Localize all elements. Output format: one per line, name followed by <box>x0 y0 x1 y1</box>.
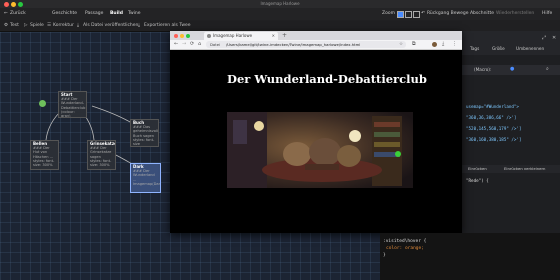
menu-build[interactable]: Build <box>110 8 123 20</box>
top-menu-bar: ← Zurück Geschichte Passage Build Twine … <box>0 8 560 20</box>
close-panel-icon[interactable]: ✕ <box>552 35 556 41</box>
imagemap-scene-image[interactable] <box>227 112 413 188</box>
export-icon: ⤓ <box>138 23 140 28</box>
green-marker-icon <box>395 151 401 157</box>
zoom-level-3-icon[interactable] <box>413 11 420 18</box>
scene-illustration <box>227 112 413 188</box>
window-title: Imagemap Harlowe <box>260 1 300 6</box>
url-text: /Users/kamel/git/twine-imdecken/Twine/im… <box>226 42 361 47</box>
test-button[interactable]: Test <box>10 20 19 31</box>
browser-address-bar: ← → ⟳ ⌂ Datei /Users/kamel/git/twine-imd… <box>170 40 462 50</box>
url-scheme-label: Datei <box>210 42 221 47</box>
browser-tab[interactable]: Imagemap Harlowe ✕ <box>204 32 278 40</box>
passage-excerpt: ### Der Wunderland ... Imagemap(Dark) <box>133 169 161 186</box>
extensions-icon[interactable]: ⧉ <box>412 40 416 49</box>
tab-title: Imagemap Harlowe <box>213 33 253 38</box>
bookmark-star-icon[interactable]: ☆ <box>399 41 403 48</box>
css-line: } <box>383 253 386 258</box>
character-center <box>309 138 341 166</box>
tab-close-icon[interactable]: ✕ <box>272 32 275 40</box>
zoom-level-1-icon[interactable] <box>397 11 404 18</box>
page-heading: Der Wunderland-Debattierclub <box>227 72 427 86</box>
menu-redo[interactable]: Wiederherstellen <box>496 8 534 20</box>
second-editor-toolbar: Einrücken Einrücken verkleinern <box>462 165 560 173</box>
zoom-label: Zoom <box>382 11 395 16</box>
url-field[interactable]: Datei /Users/kamel/git/twine-imdecken/Tw… <box>206 41 406 48</box>
search-icon[interactable]: ⌕ <box>546 66 549 72</box>
browser-tabstrip: Imagemap Harlowe ✕ + <box>170 31 462 40</box>
tags-tab[interactable]: Tags <box>470 46 479 51</box>
home-icon[interactable]: ⌂ <box>198 40 201 49</box>
link-start-buch <box>91 105 131 123</box>
window-titlebar: Imagemap Harlowe <box>0 0 560 8</box>
browser-minimize-button[interactable] <box>180 34 184 38</box>
passage-card-grinsekatze[interactable]: Grinsekatze ### Der Grinsekatze sagen st… <box>87 140 116 170</box>
reload-icon[interactable]: ⟳ <box>190 40 194 49</box>
character-left <box>283 142 311 166</box>
back-arrow-icon[interactable]: ← <box>4 8 8 20</box>
passage-card-buch[interactable]: Buch ### Das geheimnisvolle Buch sagen s… <box>130 119 159 147</box>
browser-zoom-button[interactable] <box>186 34 190 38</box>
forward-icon[interactable]: → <box>182 40 186 49</box>
undo-icon[interactable]: ↶ <box>421 8 425 20</box>
moon-lamp <box>349 130 361 142</box>
menu-passage[interactable]: Passage <box>85 8 103 20</box>
code-line: "360,160,380,185" />'] <box>466 137 522 142</box>
start-node-icon <box>39 100 46 107</box>
code-editor[interactable]: usemap="#Wunderland"> "360,36,386,66" />… <box>462 101 560 151</box>
play-button[interactable]: Spiele <box>30 20 44 31</box>
proof-icon: ☰ <box>47 23 52 28</box>
css-line: :visited\hover { <box>383 239 427 244</box>
passage-excerpt: ### Der Wunderland-Debattierclub (colour… <box>61 97 86 118</box>
profile-avatar[interactable] <box>432 42 437 47</box>
publish-icon: ⤓ <box>77 23 79 28</box>
character-right <box>337 145 361 167</box>
test-icon: ⚙ <box>4 23 9 28</box>
size-tab[interactable]: Größe <box>492 46 505 51</box>
css-line: color: orange; <box>386 246 424 251</box>
macro-button[interactable]: (Macro): <box>474 67 491 72</box>
play-icon: ▷ <box>24 23 28 28</box>
outdent-button[interactable]: Einrücken verkleinern <box>504 166 545 171</box>
passage-excerpt: ### Der Hut von Häschen ... styles: font… <box>33 146 55 168</box>
export-twee-button[interactable]: Exportieren als Twee <box>144 20 191 31</box>
tab-favicon-icon <box>207 34 211 38</box>
panel-tabbar: ⤢ ✕ Tags Größe Umbenennen <box>462 31 560 55</box>
page-content: Der Wunderland-Debattierclub <box>170 50 462 233</box>
link-icon[interactable]: ● <box>510 66 514 72</box>
passage-card-dark[interactable]: Dark ### Der Wunderland ... Imagemap(Dar… <box>130 163 161 193</box>
browser-window: Imagemap Harlowe ✕ + ← → ⟳ ⌂ Datei /User… <box>170 31 462 233</box>
download-icon[interactable]: ⤓ <box>442 40 444 49</box>
menu-undo-move[interactable]: Rückgang Bewege Abschnitte <box>427 8 494 20</box>
passage-excerpt: ### Der Grinsekatze sagen styles: font-s… <box>90 146 112 168</box>
browser-close-button[interactable] <box>174 34 178 38</box>
menu-back[interactable]: Zurück <box>10 8 26 20</box>
proof-button[interactable]: Korrektur <box>53 20 74 31</box>
zoom-level-2-icon[interactable] <box>405 11 412 18</box>
publish-file-button[interactable]: Als Datei veröffentlichen <box>83 20 138 31</box>
passage-card-bellen[interactable]: Bellen ### Der Hut von Häschen ... style… <box>30 140 59 170</box>
browser-menu-icon[interactable]: ⋮ <box>452 40 457 49</box>
passage-card-start[interactable]: Start ### Der Wunderland-Debattierclub (… <box>58 91 87 118</box>
menu-twine[interactable]: Twine <box>128 8 141 20</box>
expand-icon[interactable]: ⤢ <box>542 35 546 41</box>
lamp-glow <box>254 121 264 131</box>
passage-excerpt: ### Das geheimnisvolle Buch sagen styles… <box>133 125 159 147</box>
code-line: usemap="#Wunderland"> <box>466 104 519 109</box>
format-toolbar: (Macro): ● ⌕ <box>462 65 560 75</box>
back-icon[interactable]: ← <box>174 40 178 49</box>
new-tab-icon[interactable]: + <box>282 31 287 40</box>
menu-story[interactable]: Geschichte <box>52 8 77 20</box>
table <box>305 164 339 170</box>
code-line: "360,36,386,66" />'] <box>466 115 517 120</box>
code-line: "Rede") { <box>466 178 489 183</box>
indent-button[interactable]: Einrücken <box>468 166 487 171</box>
left-frame <box>233 120 247 144</box>
menu-help[interactable]: Hilfe <box>542 8 552 20</box>
css-editor-snippet[interactable]: :visited\hover { color: orange; } <box>380 233 560 280</box>
code-line: "520,145,560,179" />'] <box>466 126 522 131</box>
rename-tab[interactable]: Umbenennen <box>516 46 544 51</box>
